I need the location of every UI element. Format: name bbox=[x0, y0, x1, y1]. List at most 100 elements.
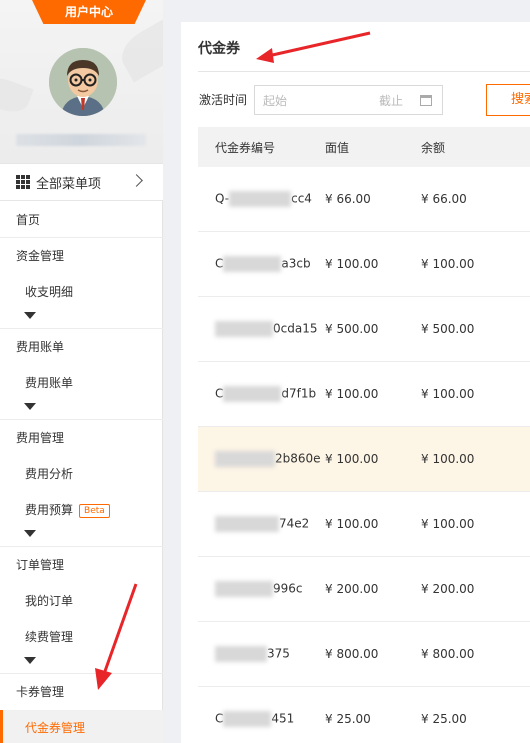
chevron-right-icon bbox=[130, 174, 143, 187]
sidebar-group-title[interactable]: 订单管理 bbox=[0, 547, 163, 583]
decorative-leaf bbox=[114, 17, 163, 83]
table-row[interactable]: Cd7f1b ¥ 100.00 ¥ 100.00 bbox=[198, 362, 530, 427]
table-row[interactable]: 996c ¥ 200.00 ¥ 200.00 bbox=[198, 557, 530, 622]
end-date-input[interactable]: 截止 bbox=[379, 92, 403, 109]
balance: ¥ 100.00 bbox=[421, 452, 475, 466]
masked-id bbox=[215, 646, 267, 662]
activation-time-label: 激活时间 bbox=[199, 93, 248, 107]
all-menu-button[interactable]: 全部菜单项 bbox=[0, 163, 163, 201]
balance: ¥ 800.00 bbox=[421, 647, 475, 661]
expand-toggle[interactable] bbox=[0, 655, 163, 673]
masked-id bbox=[229, 191, 292, 207]
balance: ¥ 100.00 bbox=[421, 257, 475, 271]
table-row[interactable]: Ca3cb ¥ 100.00 ¥ 100.00 bbox=[198, 232, 530, 297]
expand-toggle[interactable] bbox=[0, 401, 163, 419]
masked-id bbox=[215, 451, 275, 467]
user-center-tab: 用户中心 bbox=[32, 0, 146, 24]
decorative-leaf bbox=[0, 72, 34, 118]
table-row[interactable]: 2b860e ¥ 100.00 ¥ 100.00 bbox=[198, 427, 530, 492]
column-header-face-value: 面值 bbox=[325, 140, 350, 155]
table-header: 代金券编号 面值 余额 bbox=[198, 127, 530, 167]
voucher-id: 375 bbox=[198, 646, 325, 662]
balance: ¥ 100.00 bbox=[421, 387, 475, 401]
face-value: ¥ 66.00 bbox=[325, 192, 371, 206]
balance: ¥ 25.00 bbox=[421, 712, 467, 726]
beta-badge: Beta bbox=[79, 503, 110, 518]
sidebar-group-title[interactable]: 费用账单 bbox=[0, 329, 163, 365]
voucher-id: Cd7f1b bbox=[198, 386, 325, 402]
sidebar-item-bills[interactable]: 费用账单 bbox=[0, 365, 163, 401]
sidebar-group-title[interactable]: 卡券管理 bbox=[0, 674, 163, 710]
sidebar-nav: 首页 资金管理 收支明细 费用账单 费用账单 费用管理 费用分析 费用预算 Bet… bbox=[0, 202, 163, 743]
balance: ¥ 100.00 bbox=[421, 517, 475, 531]
search-button[interactable]: 搜索 bbox=[486, 84, 530, 116]
sidebar-item-transactions[interactable]: 收支明细 bbox=[0, 274, 163, 310]
masked-id bbox=[215, 321, 273, 337]
voucher-id-suffix: a3cb bbox=[281, 256, 311, 271]
expand-triangle-icon bbox=[24, 657, 36, 664]
masked-id bbox=[223, 386, 282, 402]
voucher-id-prefix: C bbox=[215, 386, 224, 401]
divider bbox=[198, 71, 530, 72]
sidebar-group-cost: 费用管理 费用分析 费用预算 Beta bbox=[0, 420, 163, 547]
voucher-id-prefix: C bbox=[215, 256, 224, 271]
sidebar-item-budget[interactable]: 费用预算 Beta bbox=[0, 492, 163, 528]
calendar-icon[interactable] bbox=[420, 95, 432, 106]
avatar-image bbox=[49, 48, 117, 116]
avatar[interactable] bbox=[49, 48, 117, 116]
balance: ¥ 200.00 bbox=[421, 582, 475, 596]
table-row[interactable]: C 451 ¥ 25.00 ¥ 25.00 bbox=[198, 687, 530, 743]
expand-toggle[interactable] bbox=[0, 310, 163, 328]
sidebar-group-title[interactable]: 资金管理 bbox=[0, 238, 163, 274]
expand-triangle-icon bbox=[24, 403, 36, 410]
balance: ¥ 500.00 bbox=[421, 322, 475, 336]
voucher-id: 74e2 bbox=[198, 516, 325, 532]
voucher-id-prefix: C bbox=[215, 711, 224, 726]
voucher-id-suffix: 996c bbox=[273, 581, 303, 596]
balance: ¥ 66.00 bbox=[421, 192, 467, 206]
voucher-id: 996c bbox=[198, 581, 325, 597]
voucher-id-suffix: 375 bbox=[267, 646, 290, 661]
voucher-id-suffix: 451 bbox=[271, 711, 295, 726]
voucher-id: 2b860e bbox=[198, 451, 325, 467]
start-date-input[interactable]: 起始 bbox=[263, 92, 287, 109]
sidebar-group-coupons: 卡券管理 代金券管理 bbox=[0, 674, 163, 743]
column-header-balance: 余额 bbox=[421, 140, 446, 155]
table-body: Q-cc4 ¥ 66.00 ¥ 66.00 Ca3cb ¥ 100.00 ¥ 100.00… bbox=[198, 167, 530, 743]
voucher-id: Q-cc4 bbox=[198, 191, 325, 207]
masked-id bbox=[215, 581, 273, 597]
table-row[interactable]: 375 ¥ 800.00 ¥ 800.00 bbox=[198, 622, 530, 687]
face-value: ¥ 800.00 bbox=[325, 647, 379, 661]
voucher-id-suffix: d7f1b bbox=[281, 386, 317, 401]
sidebar-item-home[interactable]: 首页 bbox=[0, 202, 163, 238]
sidebar-item-renewals[interactable]: 续费管理 bbox=[0, 619, 163, 655]
face-value: ¥ 100.00 bbox=[325, 387, 379, 401]
voucher-panel: 代金券 激活时间 起始 截止 搜索 代金券编号 面值 余额 Q-cc4¥ 66.… bbox=[181, 22, 530, 743]
sidebar-group-bills: 费用账单 费用账单 bbox=[0, 329, 163, 420]
voucher-id: C 451 bbox=[198, 711, 325, 727]
sidebar-item-my-orders[interactable]: 我的订单 bbox=[0, 583, 163, 619]
expand-toggle[interactable] bbox=[0, 528, 163, 546]
page-title: 代金券 bbox=[198, 41, 240, 57]
sidebar-group-orders: 订单管理 我的订单 续费管理 bbox=[0, 547, 163, 674]
face-value: ¥ 100.00 bbox=[325, 452, 379, 466]
table-row[interactable]: 74e2 ¥ 100.00 ¥ 100.00 bbox=[198, 492, 530, 557]
voucher-id-suffix: 0cda15 bbox=[273, 321, 318, 336]
sidebar-item-cost-analysis[interactable]: 费用分析 bbox=[0, 456, 163, 492]
column-header-id: 代金券编号 bbox=[215, 140, 276, 155]
sidebar-item-voucher-management[interactable]: 代金券管理 bbox=[0, 710, 163, 743]
sidebar-group-title[interactable]: 费用管理 bbox=[0, 420, 163, 456]
face-value: ¥ 100.00 bbox=[325, 517, 379, 531]
voucher-table: 代金券编号 面值 余额 Q-cc4 ¥ 66.00 ¥ 66.00 Ca3cb ¥ 10… bbox=[198, 127, 530, 743]
table-row[interactable]: 0cda15 ¥ 500.00 ¥ 500.00 bbox=[198, 297, 530, 362]
face-value: ¥ 500.00 bbox=[325, 322, 379, 336]
table-row[interactable]: Q-cc4 ¥ 66.00 ¥ 66.00 bbox=[198, 167, 530, 232]
voucher-id-suffix: 74e2 bbox=[279, 516, 310, 531]
voucher-id-suffix: cc4 bbox=[291, 191, 312, 206]
voucher-id: Ca3cb bbox=[198, 256, 325, 272]
voucher-id-suffix: 2b860e bbox=[275, 451, 321, 466]
voucher-id: 0cda15 bbox=[198, 321, 325, 337]
masked-id bbox=[223, 256, 282, 272]
date-range-picker[interactable]: 起始 截止 bbox=[254, 85, 443, 115]
all-menu-label: 全部菜单项 bbox=[36, 176, 102, 192]
